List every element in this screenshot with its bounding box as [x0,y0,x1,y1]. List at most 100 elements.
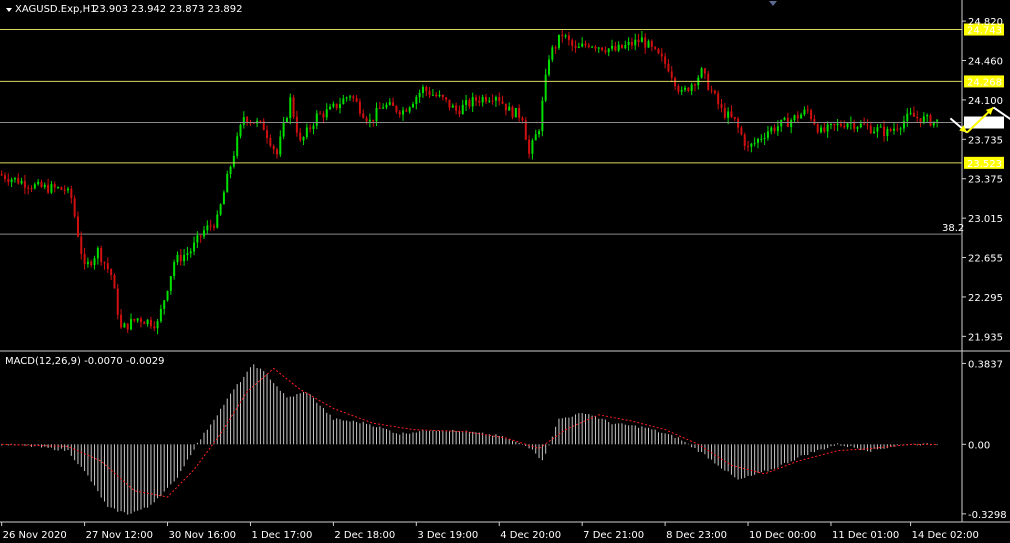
candle-body [139,318,142,323]
candle-body [385,104,388,108]
candle-body [47,184,50,193]
candle-body [684,87,687,90]
candle-body [378,108,381,110]
candle-body [820,127,823,133]
candle-body [674,77,677,87]
candle-body [392,102,395,106]
candle-body [740,127,743,135]
candle-body [348,96,351,98]
candle-body [33,184,36,189]
candle [166,290,169,302]
candle-body [581,43,584,47]
candle-body [282,122,285,137]
candle-body [229,166,232,174]
candle-body [853,122,856,129]
candle-body [660,53,663,57]
chart-canvas: 38.2 24.74324.26823.52323.892 24.82024.4… [0,0,1010,543]
candle [700,66,703,79]
candle-body [637,39,640,43]
macd-tick-label: 0.3837 [968,359,1003,370]
candle-body [76,216,79,237]
candle-body [325,109,328,118]
candle-body [773,127,776,132]
candle-body [557,34,560,48]
price-tick-label: 24.460 [968,57,1003,68]
price-tick-label: 23.375 [968,175,1003,186]
candle-body [647,41,650,48]
candle-body [620,44,623,49]
candle-body [153,326,156,329]
candle-body [892,128,895,131]
candle-body [624,45,627,49]
candle-body [484,96,487,102]
candle-body [863,123,866,125]
time-tick-label: 7 Dec 21:00 [583,530,644,541]
candle-body [53,184,56,188]
candle-body [514,107,517,118]
candle-body [534,134,537,141]
candle-body [90,261,93,266]
candle-body [425,86,428,92]
candle-body [17,177,20,184]
candle-body [780,119,783,127]
candle-body [654,46,657,49]
candle-body [226,173,229,193]
candle-body [564,35,567,37]
candle-body [760,138,763,140]
time-tick-label: 11 Dec 01:00 [832,530,899,541]
candle-body [3,175,6,180]
candle-body [13,177,16,180]
candle-body [219,204,222,215]
candle-body [266,130,269,139]
candle-body [776,126,779,132]
candle-body [508,106,511,111]
candle-body [650,41,653,47]
candle-body [136,318,139,321]
candle-body [667,63,670,72]
candle-body [501,101,504,104]
candle [222,190,225,205]
candle-body [800,114,803,119]
candle-body [332,103,335,107]
candle-body [813,119,816,125]
candle-body [232,155,235,167]
time-tick-label: 30 Nov 16:00 [169,530,236,541]
candle-body [431,94,434,96]
candle-body [730,111,733,117]
candle [657,47,660,55]
candle-body [587,45,590,47]
price-tick-label: 23.735 [968,135,1003,146]
candle-body [796,115,799,119]
candle-body [106,263,109,270]
candle [514,107,517,118]
candle-body [335,103,338,109]
candle-body [713,90,716,94]
candle-body [554,47,557,49]
candle-body [398,111,401,115]
candle-body [110,269,113,275]
candle-body [488,100,491,102]
candle-body [670,71,673,78]
candle-body [43,184,46,187]
candle [113,273,116,289]
candle-body [793,115,796,121]
candle-body [411,104,414,108]
candle-body [93,258,96,266]
candle-body [561,34,564,37]
candle-body [538,131,541,135]
candle-body [604,50,607,53]
candle-body [823,127,826,132]
candle-body [96,247,99,259]
candle-body [272,145,275,150]
candle-body [766,131,769,138]
candle-body [883,126,886,136]
candle-body [133,319,136,321]
candle-body [80,236,83,254]
candle-body [481,96,484,103]
candle-body [584,43,587,46]
candle-body [909,112,912,114]
candle-body [441,94,444,98]
candle-body [518,107,521,118]
candle-body [478,100,481,103]
candle-body [531,140,534,154]
